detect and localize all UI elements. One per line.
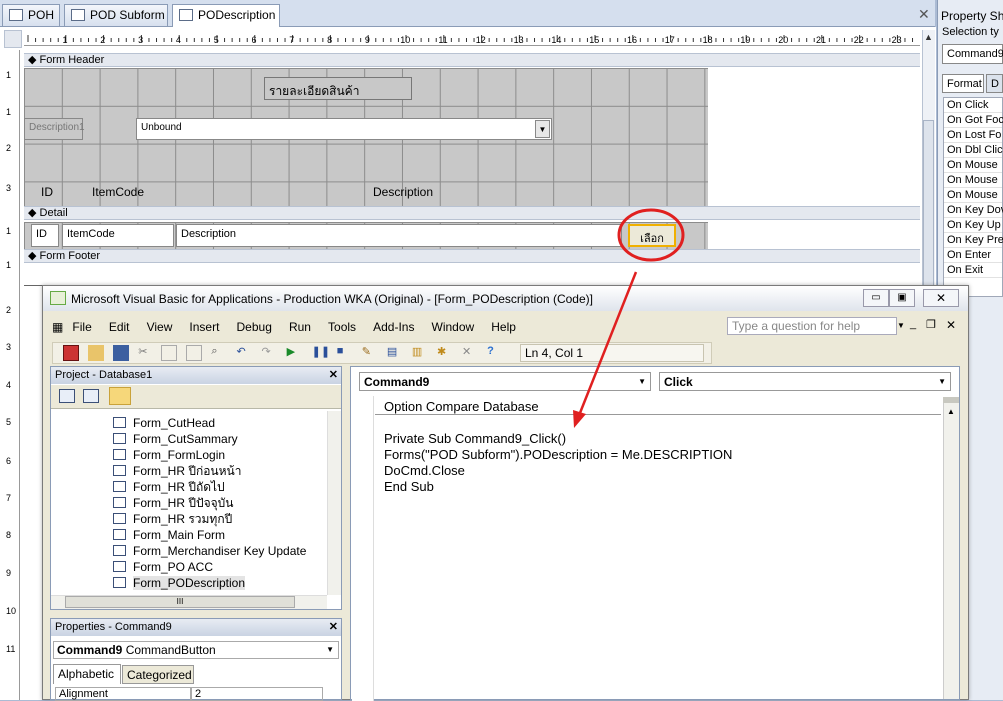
annotation-overlay xyxy=(573,208,685,428)
vruler-mark: 3 xyxy=(6,183,12,193)
annotation-arrow xyxy=(576,271,638,419)
vruler-mark: 6 xyxy=(6,456,12,466)
annotation-arrowhead xyxy=(573,410,586,428)
vruler-mark: 11 xyxy=(6,644,16,654)
vruler-mark: 9 xyxy=(6,568,12,578)
vruler-mark: 3 xyxy=(6,342,12,352)
vruler-mark: 1 xyxy=(6,226,12,236)
vruler-mark: 2 xyxy=(6,305,12,315)
vruler-mark: 8 xyxy=(6,530,12,540)
vruler-mark: 2 xyxy=(6,143,12,153)
vruler-mark: 10 xyxy=(6,606,17,616)
vruler-mark: 5 xyxy=(6,417,12,427)
vruler-mark: 1 xyxy=(6,260,12,270)
vruler-mark: 4 xyxy=(6,380,12,390)
vruler-mark: 7 xyxy=(6,493,12,503)
vruler-mark: 1 xyxy=(6,107,12,117)
annotation-circle xyxy=(617,208,685,262)
vruler-mark: 1 xyxy=(6,70,12,80)
